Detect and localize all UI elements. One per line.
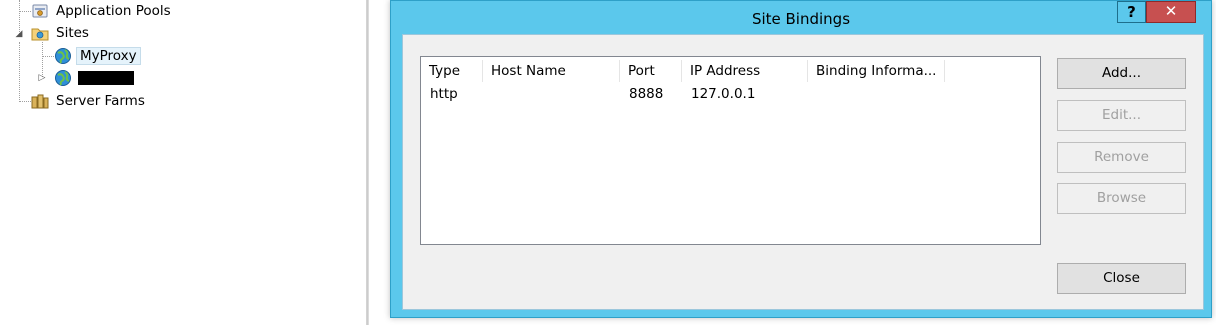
tree-item-application-pools[interactable]: Application Pools — [31, 1, 174, 21]
tree-item-site[interactable] — [54, 68, 134, 88]
tree-connector — [19, 42, 20, 102]
connections-tree: Application Pools ◢ Sites MyProxy ▷ Serv… — [0, 0, 366, 325]
tree-item-label: MyProxy — [76, 47, 141, 65]
tree-item-myproxy[interactable]: MyProxy — [54, 46, 141, 66]
cell-port: 8888 — [629, 86, 664, 102]
tree-item-label: Sites — [56, 25, 89, 41]
tree-item-sites[interactable]: Sites — [31, 23, 92, 43]
sites-folder-icon — [31, 24, 49, 42]
globe-icon — [54, 47, 72, 65]
site-bindings-dialog: Site Bindings ? ✕ Type Host Name Port IP… — [390, 0, 1212, 318]
column-header-binding-information[interactable]: Binding Informa... — [808, 60, 945, 82]
application-pools-icon — [31, 2, 49, 20]
dialog-client-area: Type Host Name Port IP Address Binding I… — [402, 34, 1204, 310]
tree-connector — [19, 11, 31, 12]
edit-button[interactable]: Edit... — [1057, 100, 1186, 131]
add-button[interactable]: Add... — [1057, 58, 1186, 89]
cell-host-name — [483, 84, 620, 104]
table-row[interactable]: http 8888 127.0.0.1 — [421, 84, 945, 104]
tree-item-label: Server Farms — [56, 93, 145, 109]
cell-ip-address: 127.0.0.1 — [691, 86, 756, 102]
column-header-host-name[interactable]: Host Name — [483, 60, 620, 82]
cell-type: http — [430, 86, 458, 102]
close-icon[interactable]: ✕ — [1146, 1, 1196, 23]
cell-binding-information — [808, 84, 945, 104]
close-button[interactable]: Close — [1057, 263, 1186, 294]
column-header-type[interactable]: Type — [421, 60, 483, 82]
browse-button[interactable]: Browse — [1057, 183, 1186, 214]
globe-icon — [54, 69, 72, 87]
dialog-title: Site Bindings — [751, 10, 851, 28]
tree-connector — [42, 42, 43, 77]
bindings-list[interactable]: Type Host Name Port IP Address Binding I… — [420, 56, 1041, 245]
list-header: Type Host Name Port IP Address Binding I… — [421, 60, 945, 82]
expand-arrow-icon[interactable]: ▷ — [37, 73, 47, 83]
tree-connector — [42, 56, 54, 57]
redacted-site-name — [78, 71, 134, 85]
tree-connector — [19, 101, 31, 102]
tree-item-label: Application Pools — [56, 3, 171, 19]
tree-item-server-farms[interactable]: Server Farms — [31, 91, 148, 111]
column-header-port[interactable]: Port — [620, 60, 682, 82]
column-header-ip-address[interactable]: IP Address — [682, 60, 808, 82]
server-farms-icon — [31, 92, 49, 110]
collapse-arrow-icon[interactable]: ◢ — [14, 29, 24, 39]
help-button[interactable]: ? — [1117, 1, 1146, 23]
remove-button[interactable]: Remove — [1057, 142, 1186, 173]
